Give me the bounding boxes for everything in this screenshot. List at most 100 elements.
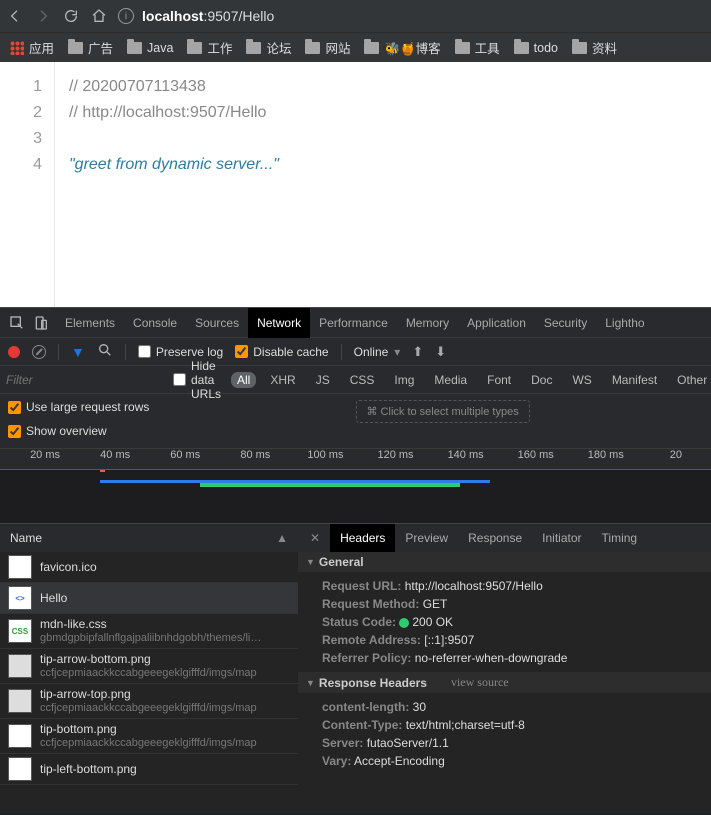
request-row[interactable]: favicon.ico [0, 552, 298, 583]
page-content: 1234 // 20200707113438 // http://localho… [0, 62, 711, 307]
request-row[interactable]: tip-left-bottom.png [0, 754, 298, 785]
large-rows-checkbox[interactable]: Use large request rows [8, 400, 356, 414]
filter-xhr[interactable]: XHR [264, 372, 301, 388]
folder-icon [514, 42, 529, 54]
upload-icon[interactable]: ⬆ [412, 344, 423, 360]
overview-checkbox[interactable]: Show overview [8, 424, 356, 438]
folder-icon [364, 42, 379, 54]
detail-tab-response[interactable]: Response [458, 524, 532, 552]
folder-icon [68, 42, 83, 54]
chevron-down-icon: ▼ [306, 557, 315, 567]
filter-media[interactable]: Media [428, 372, 473, 388]
bookmark-folder[interactable]: 工具 [455, 38, 500, 57]
code-line: // http://localhost:9507/Hello [69, 100, 279, 126]
filter-other[interactable]: Other [671, 372, 711, 388]
header-kv: Request URL: http://localhost:9507/Hello [308, 577, 701, 595]
filter-js[interactable]: JS [310, 372, 336, 388]
filter-all[interactable]: All [231, 372, 256, 388]
filter-img[interactable]: Img [388, 372, 420, 388]
header-kv: Status Code: 200 OK [308, 613, 701, 631]
file-icon: <> [8, 586, 32, 610]
folder-icon [455, 42, 470, 54]
detail-tab-initiator[interactable]: Initiator [532, 524, 591, 552]
folder-icon [305, 42, 320, 54]
bookmarks-bar: 应用 广告 Java 工作论坛网站 🐝🍯博客工具 todo 资料 [0, 32, 711, 62]
file-icon [8, 654, 32, 678]
apps-button[interactable]: 应用 [10, 38, 54, 57]
bookmark-folder[interactable]: Java [127, 41, 173, 55]
bookmark-folder[interactable]: 资料 [572, 38, 617, 57]
tab-sources[interactable]: Sources [186, 308, 248, 338]
header-kv: content-length: 30 [308, 698, 701, 716]
file-icon: CSS [8, 619, 32, 643]
tab-performance[interactable]: Performance [310, 308, 397, 338]
tab-lightho[interactable]: Lightho [596, 308, 653, 338]
bookmark-folder[interactable]: 论坛 [246, 38, 291, 57]
filter-manifest[interactable]: Manifest [606, 372, 663, 388]
request-row[interactable]: tip-arrow-top.pngccfjcepmiaackkccabgeeeg… [0, 684, 298, 719]
preserve-log-checkbox[interactable]: Preserve log [138, 345, 223, 359]
response-headers-section[interactable]: ▼Response Headersview source [298, 672, 711, 693]
info-icon[interactable]: i [118, 8, 134, 24]
bookmark-folder[interactable]: todo [514, 41, 558, 55]
filter-icon[interactable]: ▼ [71, 344, 85, 360]
address-bar[interactable]: i localhost:9507/Hello [118, 8, 274, 24]
bookmark-folder[interactable]: 广告 [68, 38, 113, 57]
general-section[interactable]: ▼General [298, 552, 711, 572]
inspect-icon[interactable] [8, 315, 26, 331]
clear-icon[interactable] [32, 345, 46, 359]
download-icon[interactable]: ⬇ [435, 344, 446, 360]
device-icon[interactable] [32, 315, 50, 331]
multiselect-hint: ⌘ Click to select multiple types [356, 400, 530, 423]
search-icon[interactable] [97, 342, 113, 361]
filter-font[interactable]: Font [481, 372, 517, 388]
tab-elements[interactable]: Elements [56, 308, 124, 338]
header-kv: Request Method: GET [308, 595, 701, 613]
forward-icon[interactable] [34, 7, 52, 25]
view-source-link[interactable]: view source [451, 675, 509, 690]
bookmark-folder[interactable]: 🐝🍯博客 [364, 38, 440, 57]
request-row[interactable]: <>Hello [0, 583, 298, 614]
tab-memory[interactable]: Memory [397, 308, 458, 338]
request-row[interactable]: tip-bottom.pngccfjcepmiaackkccabgeeegekl… [0, 719, 298, 754]
code-line [69, 126, 279, 152]
filter-ws[interactable]: WS [566, 372, 597, 388]
detail-tab-headers[interactable]: Headers [330, 524, 395, 552]
code-line: // 20200707113438 [69, 74, 279, 100]
filter-doc[interactable]: Doc [525, 372, 558, 388]
header-kv: Server: futaoServer/1.1 [308, 734, 701, 752]
timeline[interactable]: 20 ms40 ms60 ms80 ms100 ms120 ms140 ms16… [0, 448, 711, 523]
tab-security[interactable]: Security [535, 308, 596, 338]
bookmark-folder[interactable]: 工作 [187, 38, 232, 57]
hide-dataurls-checkbox[interactable]: Hide data URLs [173, 359, 221, 401]
folder-icon [127, 42, 142, 54]
folder-icon [187, 42, 202, 54]
record-icon[interactable] [8, 346, 20, 358]
header-kv: Referrer Policy: no-referrer-when-downgr… [308, 649, 701, 667]
request-row[interactable]: tip-arrow-bottom.pngccfjcepmiaackkccabge… [0, 649, 298, 684]
chevron-down-icon: ▼ [306, 678, 315, 688]
folder-icon [572, 42, 587, 54]
reload-icon[interactable] [62, 7, 80, 25]
request-row[interactable]: CSSmdn-like.cssgbmdgpbipfallnflgajpaliib… [0, 614, 298, 649]
name-column-header[interactable]: Name▲ [0, 524, 298, 552]
bookmark-folder[interactable]: 网站 [305, 38, 350, 57]
file-icon [8, 555, 32, 579]
code-line: "greet from dynamic server..." [69, 152, 279, 178]
detail-tab-preview[interactable]: Preview [395, 524, 458, 552]
filter-input[interactable] [6, 373, 163, 387]
throttle-select[interactable]: Online▾ [354, 345, 401, 359]
home-icon[interactable] [90, 7, 108, 25]
file-icon [8, 689, 32, 713]
back-icon[interactable] [6, 7, 24, 25]
detail-tab-timing[interactable]: Timing [592, 524, 648, 552]
filter-css[interactable]: CSS [344, 372, 381, 388]
header-kv: Vary: Accept-Encoding [308, 752, 701, 770]
disable-cache-checkbox[interactable]: Disable cache [235, 345, 328, 359]
folder-icon [246, 42, 261, 54]
tab-application[interactable]: Application [458, 308, 535, 338]
tab-console[interactable]: Console [124, 308, 186, 338]
header-kv: Content-Type: text/html;charset=utf-8 [308, 716, 701, 734]
tab-network[interactable]: Network [248, 308, 310, 338]
close-icon[interactable]: ✕ [304, 531, 326, 545]
